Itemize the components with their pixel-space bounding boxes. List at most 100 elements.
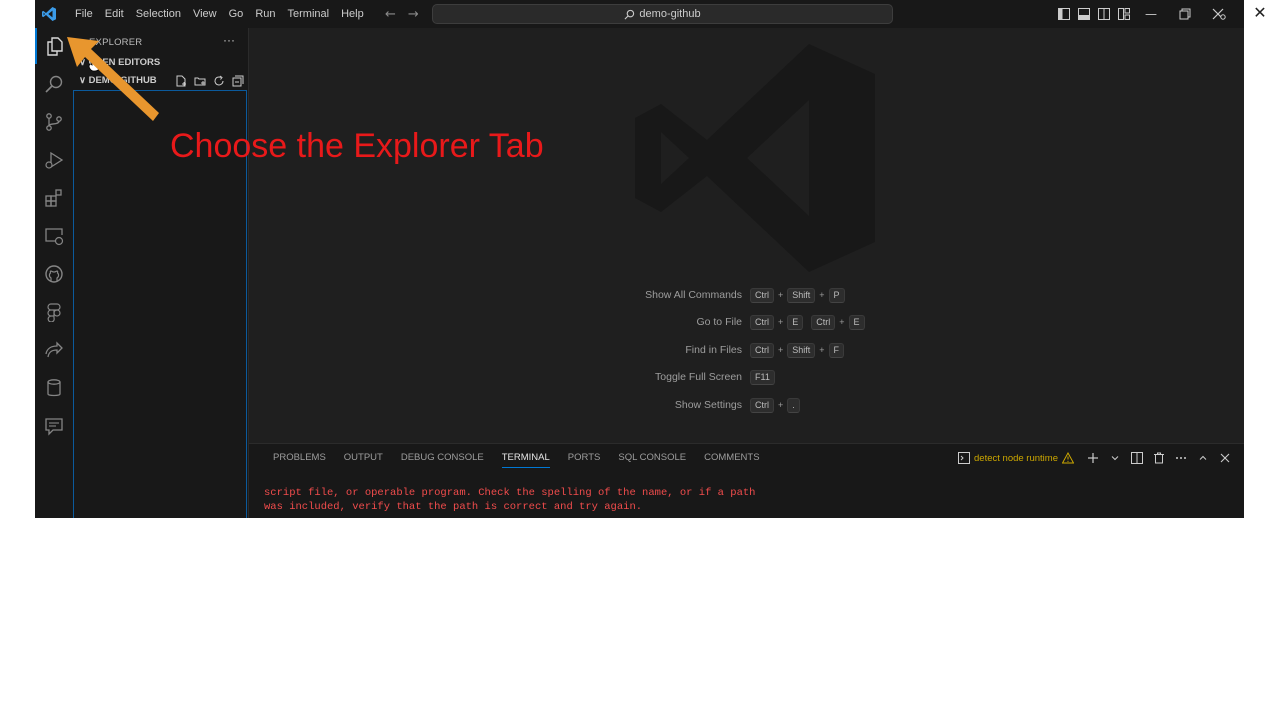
key-cap: P <box>828 287 845 303</box>
key-separator: + <box>778 317 784 327</box>
navigation-arrows: ← → <box>385 0 419 28</box>
tab-sql-console[interactable]: SQL CONSOLE <box>609 444 695 472</box>
back-arrow-icon[interactable]: ← <box>385 7 396 22</box>
restore-icon <box>1179 8 1191 20</box>
kill-terminal-button[interactable] <box>1150 449 1168 467</box>
key-separator: + <box>778 290 784 300</box>
toggle-secondary-sidebar-button[interactable] <box>1094 0 1114 28</box>
menu-file[interactable]: File <box>69 0 99 28</box>
tab-problems[interactable]: PROBLEMS <box>264 444 335 472</box>
collapse-all-button[interactable] <box>231 74 245 88</box>
menu-go[interactable]: Go <box>223 0 250 28</box>
shortcut-keys: Ctrl + Shift + F <box>750 342 845 358</box>
terminal-dropdown-button[interactable] <box>1106 449 1124 467</box>
shortcut-keys: Ctrl + . <box>750 397 800 413</box>
search-icon <box>624 9 635 19</box>
remote-explorer-tab[interactable] <box>35 218 73 254</box>
live-share-tab[interactable] <box>35 332 73 368</box>
tab-output[interactable]: OUTPUT <box>335 444 392 472</box>
close-button[interactable] <box>1202 0 1236 28</box>
github-icon <box>45 265 63 283</box>
plus-icon <box>1088 453 1098 463</box>
menu-view[interactable]: View <box>187 0 223 28</box>
new-file-icon <box>176 75 186 87</box>
panel-actions: detect node runtime <box>958 444 1234 472</box>
explorer-icon <box>47 37 63 56</box>
maximize-panel-button[interactable] <box>1194 449 1212 467</box>
key-cap: Ctrl <box>811 314 836 330</box>
refresh-button[interactable] <box>212 74 226 88</box>
secondary-sidebar-icon <box>1098 8 1110 20</box>
key-separator: + <box>778 400 784 410</box>
menu-edit[interactable]: Edit <box>99 0 130 28</box>
shortcut-keys: Ctrl + Shift + P <box>750 287 845 303</box>
terminal-line: script file, or operable program. Check … <box>264 487 756 499</box>
tab-debug-console[interactable]: DEBUG CONSOLE <box>392 444 493 472</box>
toggle-panel-button[interactable] <box>1074 0 1094 28</box>
chevron-up-icon <box>1199 455 1207 460</box>
more-icon <box>1176 457 1186 459</box>
editor-area: Show All Commands Ctrl + Shift + P Go to… <box>249 28 1244 442</box>
bottom-panel: PROBLEMS OUTPUT DEBUG CONSOLE TERMINAL P… <box>249 443 1244 518</box>
refresh-icon <box>214 75 224 86</box>
extensions-tab[interactable] <box>35 180 73 216</box>
shortcut-row: Toggle Full Screen F11 <box>249 368 1244 386</box>
menu-help[interactable]: Help <box>335 0 370 28</box>
key-cap: F11 <box>750 369 775 385</box>
more-panel-actions-button[interactable] <box>1172 449 1190 467</box>
database-tab[interactable] <box>35 370 73 406</box>
key-separator: + <box>839 317 845 327</box>
figma-tab[interactable] <box>35 294 73 330</box>
panel-layout-icon <box>1078 8 1090 20</box>
outer-close-button[interactable]: ✕ <box>1251 4 1269 22</box>
terminal-icon <box>958 452 971 464</box>
tutorial-caption: Choose the Explorer Tab <box>170 127 544 165</box>
shortcut-label: Show Settings <box>674 399 742 411</box>
minimize-button[interactable]: — <box>1134 0 1168 28</box>
trash-icon <box>1154 452 1164 464</box>
restore-button[interactable] <box>1168 0 1202 28</box>
menu-selection[interactable]: Selection <box>130 0 187 28</box>
database-icon <box>47 379 61 397</box>
more-actions-button[interactable]: ··· <box>223 33 235 47</box>
command-center-search[interactable]: demo-github <box>432 4 893 24</box>
new-file-button[interactable] <box>174 74 188 88</box>
close-window-icon <box>1212 8 1226 20</box>
shortcut-label: Find in Files <box>685 344 742 356</box>
terminal-task-selector[interactable]: detect node runtime <box>958 452 1074 464</box>
customize-layout-button[interactable] <box>1114 0 1134 28</box>
key-separator: + <box>819 345 825 355</box>
shortcut-label: Go to File <box>696 316 742 328</box>
toggle-primary-sidebar-button[interactable] <box>1054 0 1074 28</box>
key-cap: . <box>787 397 800 413</box>
close-icon <box>1220 453 1230 463</box>
new-terminal-button[interactable] <box>1084 449 1102 467</box>
github-tab[interactable] <box>35 256 73 292</box>
shortcut-label: Toggle Full Screen <box>655 371 742 383</box>
task-label: detect node runtime <box>974 452 1058 464</box>
panel-tabs: PROBLEMS OUTPUT DEBUG CONSOLE TERMINAL P… <box>264 444 769 472</box>
tab-comments[interactable]: COMMENTS <box>695 444 768 472</box>
menu-terminal[interactable]: Terminal <box>282 0 336 28</box>
tab-terminal[interactable]: TERMINAL <box>493 444 559 472</box>
menu-run[interactable]: Run <box>249 0 281 28</box>
new-folder-button[interactable] <box>193 74 207 88</box>
shortcut-keys: F11 <box>750 369 775 385</box>
explorer-toolbar <box>174 74 245 88</box>
figma-icon <box>47 303 61 322</box>
tab-ports[interactable]: PORTS <box>559 444 610 472</box>
shortcut-row: Show Settings Ctrl + . <box>249 396 1244 414</box>
terminal-line: was included, verify that the path is co… <box>264 501 643 513</box>
live-share-icon <box>45 341 63 358</box>
comments-tab[interactable] <box>35 408 73 444</box>
run-debug-tab[interactable] <box>35 142 73 178</box>
split-terminal-button[interactable] <box>1128 449 1146 467</box>
menu-bar: File Edit Selection View Go Run Terminal… <box>69 0 370 28</box>
terminal-output[interactable]: script file, or operable program. Check … <box>264 486 755 514</box>
title-bar-controls: — <box>1054 0 1236 28</box>
comments-icon <box>45 418 63 436</box>
forward-arrow-icon[interactable]: → <box>408 7 419 22</box>
key-cap: Shift <box>787 287 816 303</box>
chevron-down-icon <box>1111 456 1119 461</box>
close-panel-button[interactable] <box>1216 449 1234 467</box>
